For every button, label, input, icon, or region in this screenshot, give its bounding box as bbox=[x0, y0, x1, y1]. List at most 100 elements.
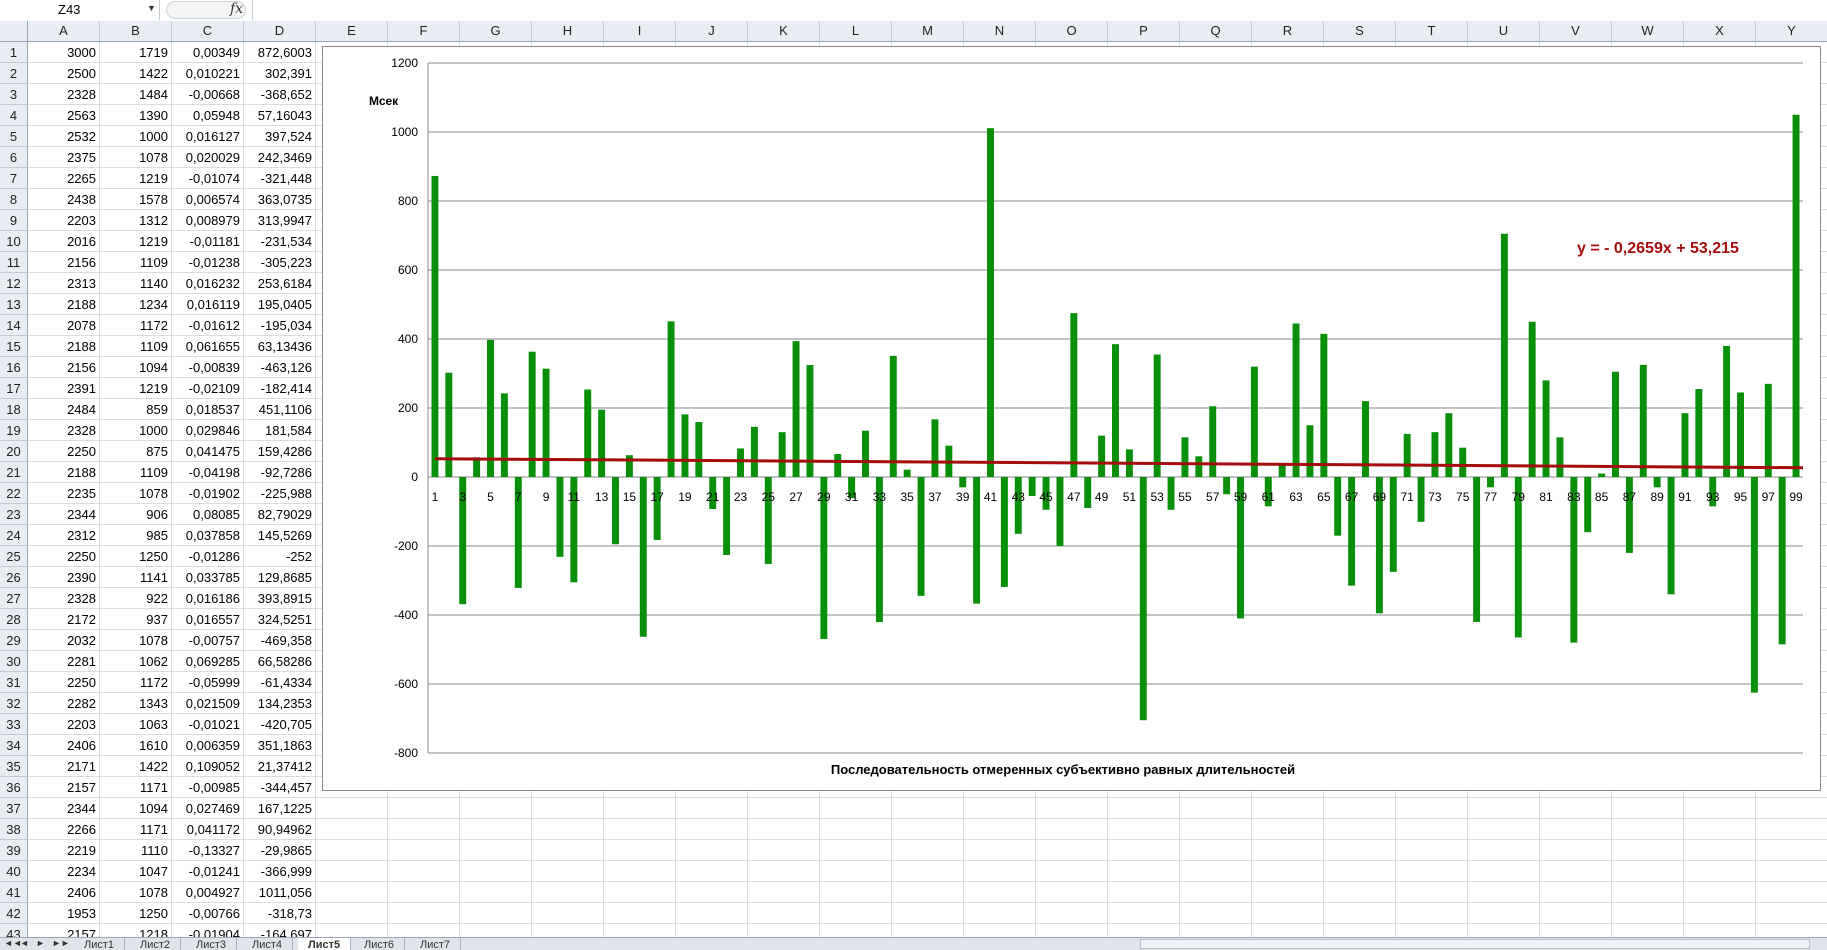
cell-empty[interactable] bbox=[460, 840, 532, 861]
cell-c[interactable]: 0,016127 bbox=[172, 126, 244, 147]
cell-c[interactable]: -0,01238 bbox=[172, 252, 244, 273]
cell-empty[interactable] bbox=[532, 819, 604, 840]
cell-c[interactable]: 0,016557 bbox=[172, 609, 244, 630]
cell-a[interactable]: 2281 bbox=[28, 651, 100, 672]
cell-c[interactable]: -0,00766 bbox=[172, 903, 244, 924]
cell-empty[interactable] bbox=[1108, 924, 1180, 937]
cell-d[interactable]: 351,1863 bbox=[244, 735, 316, 756]
cell-empty[interactable] bbox=[1252, 924, 1324, 937]
cell-empty[interactable] bbox=[1468, 840, 1540, 861]
cell-d[interactable]: 242,3469 bbox=[244, 147, 316, 168]
cell-empty[interactable] bbox=[676, 840, 748, 861]
cell-a[interactable]: 2328 bbox=[28, 84, 100, 105]
cell-d[interactable]: 1011,056 bbox=[244, 882, 316, 903]
cell-c[interactable]: 0,05948 bbox=[172, 105, 244, 126]
cell-empty[interactable] bbox=[604, 924, 676, 937]
cell-empty[interactable] bbox=[1108, 819, 1180, 840]
cell-empty[interactable] bbox=[1612, 861, 1684, 882]
cell-c[interactable]: -0,00668 bbox=[172, 84, 244, 105]
cell-empty[interactable] bbox=[316, 882, 388, 903]
cell-empty[interactable] bbox=[1468, 798, 1540, 819]
cell-d[interactable]: -344,457 bbox=[244, 777, 316, 798]
row-header[interactable]: 3 bbox=[0, 84, 28, 105]
cell-empty[interactable] bbox=[1396, 882, 1468, 903]
cell-empty[interactable] bbox=[1252, 861, 1324, 882]
cell-empty[interactable] bbox=[748, 882, 820, 903]
column-header-j[interactable]: J bbox=[676, 21, 748, 41]
row-header[interactable]: 31 bbox=[0, 672, 28, 693]
cell-empty[interactable] bbox=[1684, 861, 1756, 882]
cell-a[interactable]: 1953 bbox=[28, 903, 100, 924]
cell-a[interactable]: 2203 bbox=[28, 210, 100, 231]
cell-empty[interactable] bbox=[1252, 882, 1324, 903]
cell-a[interactable]: 2344 bbox=[28, 798, 100, 819]
sheet-nav-button[interactable]: ► bbox=[36, 938, 45, 948]
cell-empty[interactable] bbox=[1108, 882, 1180, 903]
cell-empty[interactable] bbox=[676, 861, 748, 882]
cell-b[interactable]: 1078 bbox=[100, 630, 172, 651]
cell-empty[interactable] bbox=[460, 882, 532, 903]
cell-b[interactable]: 1578 bbox=[100, 189, 172, 210]
cell-c[interactable]: 0,021509 bbox=[172, 693, 244, 714]
row-header[interactable]: 10 bbox=[0, 231, 28, 252]
cell-b[interactable]: 1422 bbox=[100, 756, 172, 777]
cell-b[interactable]: 1172 bbox=[100, 672, 172, 693]
cell-d[interactable]: 21,37412 bbox=[244, 756, 316, 777]
cell-empty[interactable] bbox=[1612, 882, 1684, 903]
cell-a[interactable]: 2328 bbox=[28, 420, 100, 441]
cell-d[interactable]: -225,988 bbox=[244, 483, 316, 504]
cell-empty[interactable] bbox=[1540, 798, 1612, 819]
cell-empty[interactable] bbox=[820, 840, 892, 861]
cell-empty[interactable] bbox=[892, 924, 964, 937]
cell-empty[interactable] bbox=[1180, 903, 1252, 924]
cell-b[interactable]: 1234 bbox=[100, 294, 172, 315]
cell-b[interactable]: 1219 bbox=[100, 378, 172, 399]
cell-b[interactable]: 1078 bbox=[100, 147, 172, 168]
cell-d[interactable]: -318,73 bbox=[244, 903, 316, 924]
cell-a[interactable]: 2157 bbox=[28, 924, 100, 937]
cell-b[interactable]: 1078 bbox=[100, 483, 172, 504]
column-header-p[interactable]: P bbox=[1108, 21, 1180, 41]
cell-empty[interactable] bbox=[1396, 819, 1468, 840]
cell-empty[interactable] bbox=[1252, 798, 1324, 819]
cell-empty[interactable] bbox=[1468, 861, 1540, 882]
cell-empty[interactable] bbox=[1540, 840, 1612, 861]
row-header[interactable]: 33 bbox=[0, 714, 28, 735]
cell-a[interactable]: 2484 bbox=[28, 399, 100, 420]
cell-d[interactable]: 397,524 bbox=[244, 126, 316, 147]
cell-empty[interactable] bbox=[1180, 924, 1252, 937]
cell-c[interactable]: 0,037858 bbox=[172, 525, 244, 546]
cell-empty[interactable] bbox=[316, 819, 388, 840]
cell-empty[interactable] bbox=[964, 840, 1036, 861]
cell-d[interactable]: 129,8685 bbox=[244, 567, 316, 588]
cell-empty[interactable] bbox=[1612, 819, 1684, 840]
cell-empty[interactable] bbox=[820, 924, 892, 937]
cell-d[interactable]: 167,1225 bbox=[244, 798, 316, 819]
cell-a[interactable]: 2500 bbox=[28, 63, 100, 84]
cell-empty[interactable] bbox=[1180, 840, 1252, 861]
cell-a[interactable]: 2156 bbox=[28, 357, 100, 378]
cell-c[interactable]: 0,016186 bbox=[172, 588, 244, 609]
cell-a[interactable]: 2250 bbox=[28, 546, 100, 567]
cell-empty[interactable] bbox=[460, 798, 532, 819]
cell-empty[interactable] bbox=[388, 840, 460, 861]
cell-d[interactable]: -321,448 bbox=[244, 168, 316, 189]
cell-empty[interactable] bbox=[316, 924, 388, 937]
cell-d[interactable]: 195,0405 bbox=[244, 294, 316, 315]
cell-b[interactable]: 1078 bbox=[100, 882, 172, 903]
cell-empty[interactable] bbox=[892, 840, 964, 861]
cell-d[interactable]: -366,999 bbox=[244, 861, 316, 882]
cell-empty[interactable] bbox=[604, 840, 676, 861]
row-header[interactable]: 40 bbox=[0, 861, 28, 882]
sheet-nav-button[interactable]: ►► bbox=[52, 938, 70, 948]
name-box[interactable]: Z43 ▼ bbox=[0, 0, 160, 20]
cell-empty[interactable] bbox=[1324, 840, 1396, 861]
column-header-v[interactable]: V bbox=[1540, 21, 1612, 41]
cell-b[interactable]: 1610 bbox=[100, 735, 172, 756]
cell-c[interactable]: 0,018537 bbox=[172, 399, 244, 420]
cell-empty[interactable] bbox=[1108, 798, 1180, 819]
cell-a[interactable]: 2188 bbox=[28, 462, 100, 483]
cell-empty[interactable] bbox=[532, 882, 604, 903]
cell-empty[interactable] bbox=[316, 798, 388, 819]
cell-empty[interactable] bbox=[1108, 861, 1180, 882]
